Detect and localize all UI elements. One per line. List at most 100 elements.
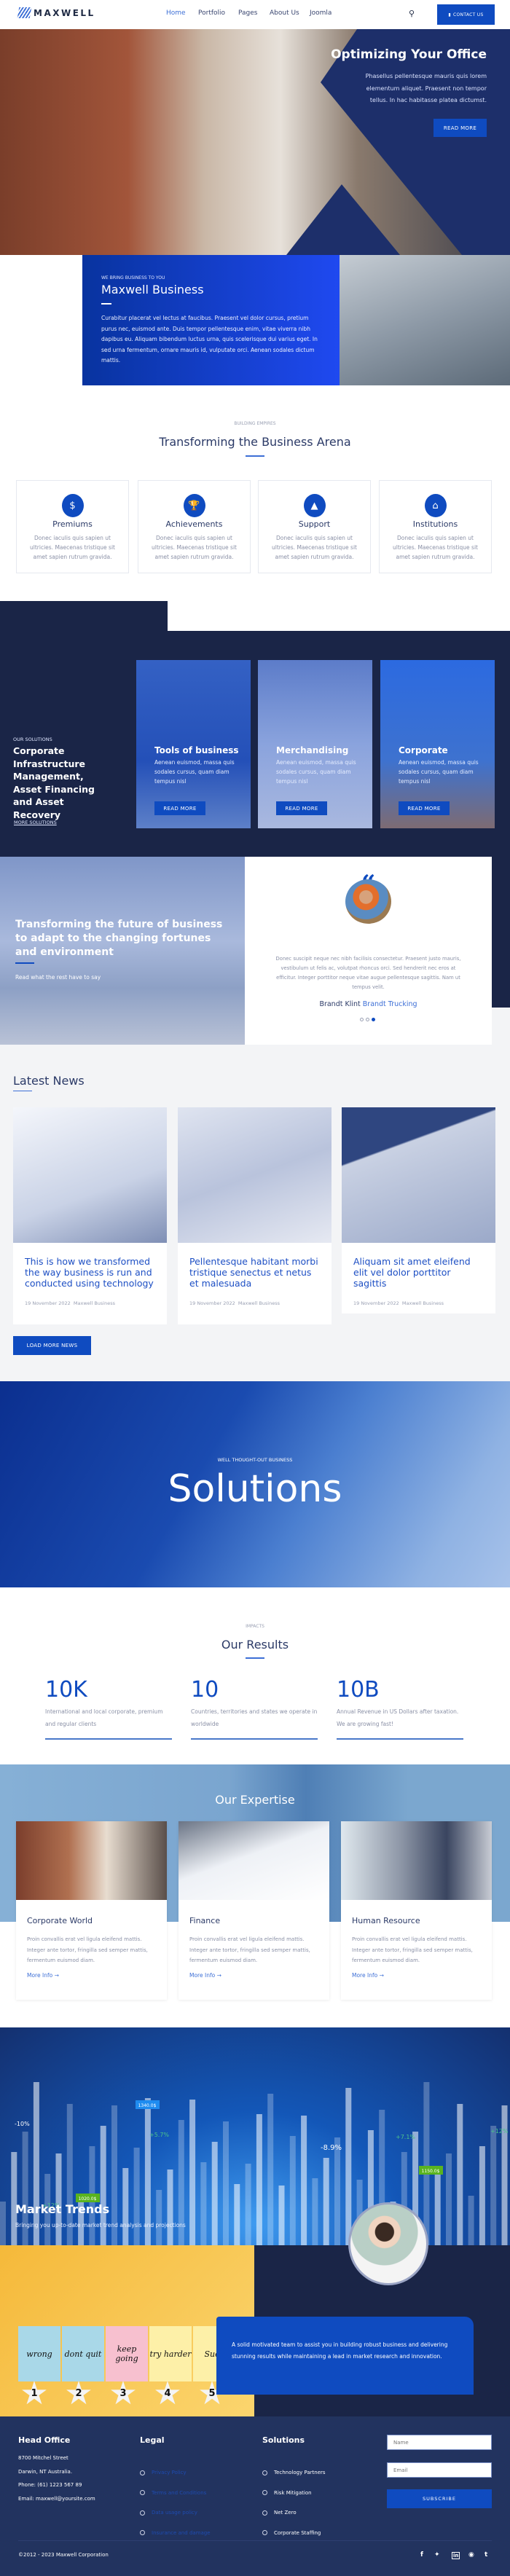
testimonial-panel: “ Donec suscipit neque nec nibh facilisi… xyxy=(245,857,492,1045)
svg-text:1150.0$: 1150.0$ xyxy=(422,2169,440,2174)
facebook-icon[interactable]: f xyxy=(420,2551,423,2559)
stat-text: Countries, territories and states we ope… xyxy=(191,1708,318,1727)
news-author[interactable]: Maxwell Business xyxy=(238,1300,280,1306)
name-input[interactable] xyxy=(387,2435,492,2450)
office-email[interactable]: Email: maxwell@yoursite.com xyxy=(18,2496,95,2502)
solution-read-more-button[interactable]: READ MORE xyxy=(276,801,327,815)
legal-link[interactable]: Privacy Policy xyxy=(140,2470,187,2475)
carousel-dot[interactable] xyxy=(360,1018,364,1021)
linkedin-icon[interactable]: in xyxy=(452,2552,460,2559)
news-card[interactable]: This is how we transformed the way busin… xyxy=(13,1107,167,1324)
more-info-link[interactable]: More Info → xyxy=(27,1972,59,1979)
news-image[interactable] xyxy=(13,1107,167,1243)
money-chat-icon: $ xyxy=(61,494,84,517)
market-bar-decoration xyxy=(211,2142,218,2245)
more-solutions-link[interactable]: MORE SOLUTIONS xyxy=(14,820,57,825)
load-more-news-button[interactable]: LOAD MORE NEWS xyxy=(13,1336,91,1355)
solution-card: Merchandising Aenean euismod, massa quis… xyxy=(258,660,372,828)
email-input[interactable] xyxy=(387,2462,492,2478)
star-icon: ★ 2 xyxy=(64,2375,93,2412)
stat-value: 10K xyxy=(45,1677,87,1703)
news-card[interactable]: Aliquam sit amet eleifend elit vel dolor… xyxy=(342,1107,495,1313)
more-info-link[interactable]: More Info → xyxy=(189,1972,221,1979)
star-icon: ★ 3 xyxy=(109,2375,138,2412)
market-bar-decoration xyxy=(501,2105,508,2245)
feature-card: 🏆 Achievements Donec iaculis quis sapien… xyxy=(138,480,251,573)
carousel-dot[interactable] xyxy=(366,1018,369,1021)
solutions-link[interactable]: Risk Mitigation xyxy=(262,2490,312,2496)
carousel-dot-active[interactable] xyxy=(372,1018,375,1021)
banner-eyebrow: WELL THOUGHT-OUT BUSINESS xyxy=(217,1457,293,1463)
legal-link[interactable]: Data usage policy xyxy=(140,2510,197,2516)
tumblr-icon[interactable]: t xyxy=(484,2551,487,2559)
copyright: ©2012 - 2023 Maxwell Corporation xyxy=(18,2552,109,2558)
stat-item: 10K International and local corporate, p… xyxy=(45,1678,172,1740)
market-bar-decoration xyxy=(11,2152,17,2245)
news-title-link[interactable]: Pellentesque habitant morbi tristique se… xyxy=(178,1243,332,1289)
market-bar-decoration xyxy=(479,2146,485,2245)
market-bar-decoration xyxy=(446,2153,452,2245)
nav-pages[interactable]: Pages xyxy=(238,9,257,17)
expertise-image xyxy=(16,1821,167,1900)
percent-label: +7.1% xyxy=(396,2134,415,2140)
news-title-link[interactable]: This is how we transformed the way busin… xyxy=(13,1243,167,1289)
news-title-link[interactable]: Aliquam sit amet eleifend elit vel dolor… xyxy=(342,1243,495,1289)
office-address-line: Darwin, NT Australia. xyxy=(18,2469,73,2475)
percent-label: -8.9% xyxy=(321,2144,342,2152)
subscribe-button[interactable]: SUBSCRIBE xyxy=(387,2489,492,2508)
solution-read-more-button[interactable]: READ MORE xyxy=(154,801,205,815)
logo-text: MAXWELL xyxy=(34,7,95,18)
news-author[interactable]: Maxwell Business xyxy=(74,1300,115,1306)
market-bar-decoration xyxy=(278,2186,285,2245)
news-image[interactable] xyxy=(342,1107,495,1243)
circle-bullet-icon xyxy=(140,2530,145,2535)
trophy-icon: 🏆 xyxy=(183,494,205,517)
intro-title: Maxwell Business xyxy=(101,283,204,297)
circle-bullet-icon xyxy=(262,2490,267,2495)
stat-divider xyxy=(337,1738,463,1740)
search-icon[interactable]: ⚲ xyxy=(409,9,415,18)
solutions-title: Corporate Infrastructure Management, Ass… xyxy=(13,745,95,820)
legal-link[interactable]: Terms and Conditions xyxy=(140,2490,206,2496)
news-author[interactable]: Maxwell Business xyxy=(402,1300,444,1306)
arrow-right-icon: → xyxy=(379,1972,384,1979)
intro-panel: WE BRING BUSINESS TO YOU Maxwell Busines… xyxy=(82,255,340,385)
expertise-title: Finance xyxy=(189,1916,221,1925)
expertise-text: Proin convallis erat vel ligula eleifend… xyxy=(189,1936,310,1963)
nav-portfolio[interactable]: Portfolio xyxy=(198,9,225,17)
footer-legal-title: Legal xyxy=(140,2435,165,2445)
features-divider xyxy=(246,455,264,457)
more-info-link[interactable]: More Info → xyxy=(352,1972,384,1979)
market-subtitle: Bringing you up-to-date market trend ana… xyxy=(15,2222,186,2229)
legal-link[interactable]: Insurance and damage xyxy=(140,2530,211,2536)
solutions-link[interactable]: Technology Partners xyxy=(262,2470,326,2475)
testimonial-divider xyxy=(15,962,34,964)
news-image[interactable] xyxy=(178,1107,332,1243)
nav-about-us[interactable]: About Us xyxy=(270,9,299,17)
contact-us-button[interactable]: ▮ CONTACT US xyxy=(437,4,495,25)
logo[interactable]: MAXWELL xyxy=(17,7,95,18)
market-bar-decoration xyxy=(334,2137,340,2245)
solutions-link[interactable]: Corporate Staffing xyxy=(262,2530,321,2536)
author-company[interactable]: Brandt Trucking xyxy=(363,1000,417,1008)
feature-text: Donec iaculis quis sapien ut ultricies. … xyxy=(30,535,115,560)
twitter-icon[interactable]: ✦ xyxy=(434,2551,440,2559)
nav-home[interactable]: Home xyxy=(166,9,186,17)
hero-navy-shape xyxy=(286,29,510,255)
support-agent-avatar xyxy=(348,2202,428,2285)
teamwork-image xyxy=(340,255,510,385)
market-bar-decoration xyxy=(189,2100,196,2245)
solution-read-more-button[interactable]: READ MORE xyxy=(399,801,450,815)
pinterest-icon[interactable]: ◉ xyxy=(468,2551,474,2559)
solutions-link[interactable]: Net Zero xyxy=(262,2510,297,2516)
market-bar-decoration xyxy=(267,2094,274,2245)
nav-joomla[interactable]: Joomla xyxy=(310,9,332,17)
star-icon: ★ 4 xyxy=(153,2375,182,2412)
hero-read-more-button[interactable]: READ MORE xyxy=(434,119,487,137)
feature-card: ▲ Support Donec iaculis quis sapien ut u… xyxy=(258,480,371,573)
footer-office-title: Head Office xyxy=(18,2435,71,2445)
news-card[interactable]: Pellentesque habitant morbi tristique se… xyxy=(178,1107,332,1324)
news-meta: 19 November 2022 Maxwell Business xyxy=(178,1289,332,1306)
solution-title: Corporate xyxy=(399,745,448,755)
feature-card: ⌂ Institutions Donec iaculis quis sapien… xyxy=(379,480,492,573)
